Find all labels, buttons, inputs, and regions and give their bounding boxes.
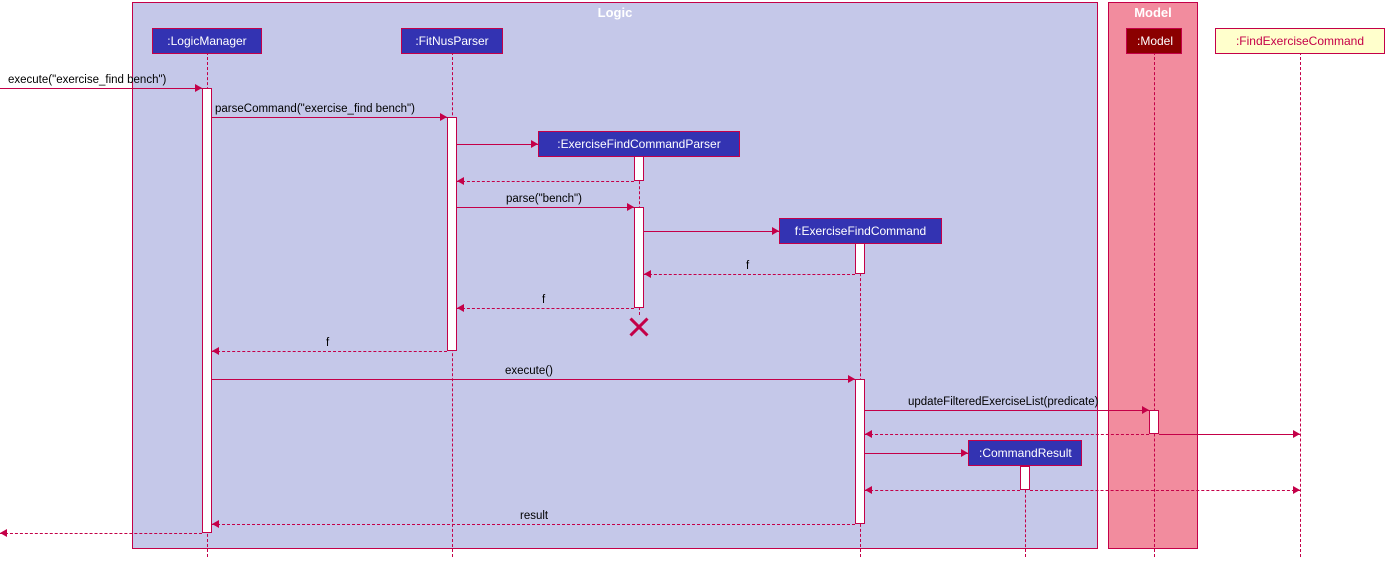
activation-efc-parser-2: [634, 207, 644, 308]
msg-return-model-arrow: [865, 430, 872, 438]
lifeline-model: [1154, 52, 1155, 557]
participant-logic-manager: :LogicManager: [152, 28, 262, 54]
msg-execute2-arrow: [848, 375, 855, 383]
msg-result-line: [212, 524, 855, 525]
activation-model: [1149, 410, 1159, 434]
activation-fitnus-parser: [447, 117, 457, 351]
msg-execute1-line: [0, 88, 202, 89]
msg-return-efcp-arrow: [457, 177, 464, 185]
msg-update-line: [865, 410, 1149, 411]
msg-f2-label: f: [542, 294, 545, 306]
participant-fitnus-parser: :FitNusParser: [401, 28, 503, 54]
lifeline-fec: [1300, 52, 1301, 557]
logic-box-title: Logic: [598, 5, 633, 20]
msg-f1-arrow: [644, 270, 651, 278]
msg-f3-label: f: [326, 337, 329, 349]
logic-box: Logic: [132, 2, 1098, 549]
msg-final-return-line: [0, 533, 202, 534]
msg-cr-to-fec-line: [1030, 490, 1300, 491]
msg-execute2-label: execute(): [505, 365, 553, 377]
msg-return-efcp-line: [457, 181, 634, 182]
msg-create-efc-arrow: [772, 227, 779, 235]
msg-create-efc-line: [644, 231, 779, 232]
msg-parse-arrow: [627, 203, 634, 211]
msg-parse-label: parse("bench"): [506, 193, 582, 205]
msg-execute1-arrow: [195, 84, 202, 92]
model-box: Model: [1108, 2, 1198, 549]
msg-model-to-fec-line: [1159, 434, 1300, 435]
msg-return-cr-arrow: [865, 486, 872, 494]
destroy-icon: [627, 315, 651, 339]
msg-execute2-line: [212, 379, 855, 380]
activation-efc-2: [855, 379, 865, 524]
msg-result-label: result: [520, 510, 548, 522]
model-box-title: Model: [1134, 5, 1172, 20]
msg-model-to-fec-arrow: [1293, 430, 1300, 438]
msg-final-return-arrow: [0, 529, 7, 537]
msg-parse-line: [457, 207, 634, 208]
participant-find-exercise-command: :FindExerciseCommand: [1215, 28, 1385, 54]
participant-efc-parser: :ExerciseFindCommandParser: [538, 131, 740, 157]
msg-create-efcp-line: [457, 144, 538, 145]
msg-create-cr-arrow: [961, 449, 968, 457]
msg-parsecommand-label: parseCommand("exercise_find bench"): [215, 103, 415, 115]
msg-f1-label: f: [746, 260, 749, 272]
msg-return-model-line: [865, 434, 1149, 435]
msg-update-label: updateFilteredExerciseList(predicate): [908, 396, 1098, 408]
activation-efc-1: [855, 242, 865, 274]
participant-model: :Model: [1126, 28, 1182, 54]
msg-result-arrow: [212, 520, 219, 528]
activation-efc-parser-1: [634, 155, 644, 181]
msg-f3-arrow: [212, 347, 219, 355]
msg-parsecommand-line: [212, 117, 447, 118]
msg-f2-arrow: [457, 304, 464, 312]
msg-f3-line: [212, 351, 447, 352]
msg-create-efcp-arrow: [531, 140, 538, 148]
participant-efc: f:ExerciseFindCommand: [779, 218, 942, 244]
msg-execute1-label: execute("exercise_find bench"): [8, 74, 166, 86]
msg-f1-line: [644, 274, 855, 275]
participant-command-result: :CommandResult: [968, 440, 1082, 466]
msg-parsecommand-arrow: [440, 113, 447, 121]
activation-command-result: [1020, 466, 1030, 490]
activation-logic-manager: [202, 88, 212, 533]
msg-cr-to-fec-arrow: [1293, 486, 1300, 494]
msg-f2-line: [457, 308, 634, 309]
msg-create-cr-line: [865, 453, 968, 454]
msg-return-cr-line: [865, 490, 1020, 491]
msg-update-arrow: [1142, 406, 1149, 414]
